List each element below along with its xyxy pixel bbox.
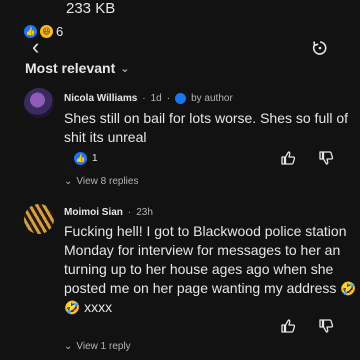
- haha-emoji-icon: 🤣: [64, 300, 81, 315]
- haha-emoji-icon: 🤣: [340, 281, 357, 296]
- comment-text-block: Fucking hell! I got to Blackwood police …: [64, 222, 360, 317]
- file-size-label: 233 KB: [66, 0, 116, 17]
- comment-text-suffix: xxxx: [84, 299, 113, 315]
- view-replies-link[interactable]: ⌄ View 8 replies: [64, 176, 138, 187]
- chevron-down-icon: ⌄: [64, 341, 73, 352]
- comment-author[interactable]: Nicola Williams: [64, 93, 137, 104]
- comment-author[interactable]: Moimoi Sian: [64, 207, 123, 218]
- sort-dropdown[interactable]: Most relevant ⌄: [25, 60, 129, 76]
- thumbs-up-icon[interactable]: [280, 150, 296, 166]
- thumbs-up-icon[interactable]: [280, 318, 296, 334]
- thumbs-down-icon[interactable]: [318, 150, 334, 166]
- comment-time: 1d: [150, 93, 162, 104]
- refresh-icon[interactable]: [312, 40, 328, 56]
- back-arrow-icon[interactable]: ‹: [32, 36, 39, 58]
- comment-text: Shes still on bail for lots worse. Shes …: [64, 110, 349, 145]
- view-replies-label: View 8 replies: [76, 176, 139, 187]
- comment-reaction-count: 1: [92, 153, 98, 164]
- comment-text: Fucking hell! I got to Blackwood police …: [64, 223, 347, 296]
- thumbs-down-icon[interactable]: [318, 318, 334, 334]
- view-replies-link[interactable]: ⌄ View 1 reply: [64, 341, 131, 352]
- chevron-down-icon: ⌄: [64, 176, 73, 187]
- comment-reactions[interactable]: 👍 1: [74, 152, 98, 165]
- post-reaction-count: 6: [56, 24, 64, 39]
- avatar[interactable]: [24, 204, 54, 234]
- author-badge-icon: [175, 93, 187, 104]
- view-replies-label: View 1 reply: [76, 341, 131, 352]
- comment-header: Nicola Williams · 1d · by author: [64, 93, 233, 104]
- post-reactions[interactable]: 👍 😆 6: [24, 24, 63, 39]
- comment-header: Moimoi Sian · 23h: [64, 207, 153, 218]
- chevron-down-icon: ⌄: [120, 62, 130, 75]
- like-icon: 👍: [74, 152, 87, 165]
- avatar[interactable]: [24, 88, 54, 118]
- comment-time: 23h: [136, 207, 153, 218]
- author-badge-label: by author: [191, 93, 233, 104]
- haha-icon: 😆: [40, 25, 53, 38]
- sort-label: Most relevant: [25, 60, 116, 76]
